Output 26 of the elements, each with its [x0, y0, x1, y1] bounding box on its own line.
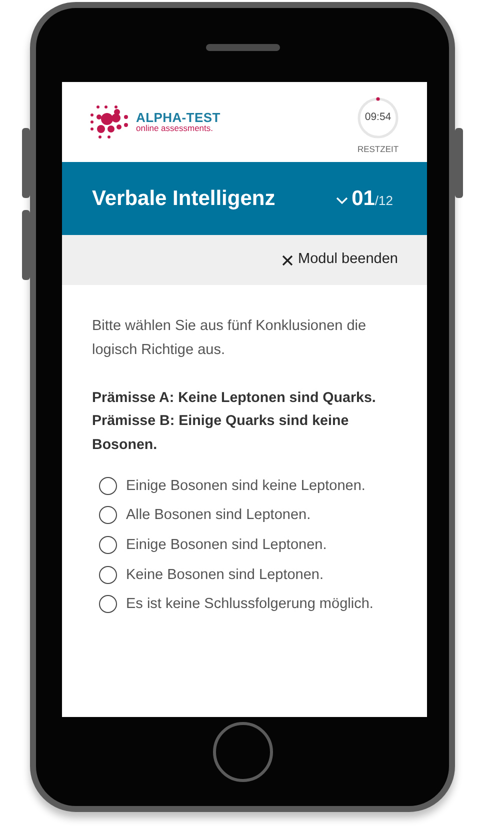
end-module-button[interactable]: Modul beenden — [282, 249, 398, 271]
premise-text: Prämisse B: Einige Quarks sind keine Bosonen. — [92, 412, 350, 455]
option-label[interactable]: Es ist keine Schlussfolgerung möglich. — [126, 592, 374, 617]
option-label[interactable]: Keine Bosonen sind Leptonen. — [126, 562, 324, 588]
option-label[interactable]: Alle Bosonen sind Leptonen. — [126, 503, 311, 528]
question-total: /12 — [374, 192, 393, 208]
option-label[interactable]: Einige Bosonen sind Leptonen. — [126, 532, 327, 558]
option-label[interactable]: Einige Bosonen sind keine Leptonen. — [126, 474, 366, 498]
timer-ring — [357, 96, 399, 139]
close-icon — [282, 254, 294, 266]
logo-name: ALPHA-TEST — [136, 110, 220, 124]
logo-icon — [90, 105, 128, 139]
radio-button[interactable] — [99, 595, 117, 614]
radio-button[interactable] — [99, 536, 117, 554]
instruction-text: Bitte wählen Sie aus fünf Konklusionen die logisch Richtige aus. — [92, 317, 368, 360]
logo-tagline: online assessments. — [136, 124, 214, 134]
question-number: 01 — [352, 186, 375, 210]
radio-button[interactable] — [99, 566, 117, 584]
chevron-down-icon[interactable] — [336, 196, 348, 205]
radio-button[interactable] — [99, 506, 117, 524]
module-title: Verbale Intelligenz — [92, 186, 276, 212]
home-button[interactable] — [212, 722, 272, 782]
timer-label: RESTZEIT — [357, 142, 399, 156]
premise-text: Prämisse A: Keine Leptonen sind Quarks. — [92, 388, 377, 408]
timer-time: 09:54 — [364, 110, 392, 125]
radio-button[interactable] — [99, 476, 117, 495]
